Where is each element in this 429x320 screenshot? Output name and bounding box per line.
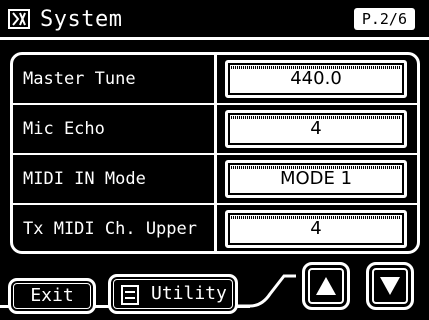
- page-indicator: P.2/6: [353, 8, 415, 30]
- master-tune-value-button[interactable]: 440.0: [225, 60, 407, 98]
- arrow-up-icon: [316, 277, 336, 295]
- utility-icon: [121, 285, 139, 305]
- mic-echo-value-button[interactable]: 4: [225, 110, 407, 148]
- scroll-down-button[interactable]: [366, 262, 414, 310]
- setting-row-tx-midi-ch-upper: Tx MIDI Ch. Upper 4: [13, 205, 417, 251]
- setting-label: Mic Echo: [23, 119, 105, 139]
- midi-in-mode-value-button[interactable]: MODE 1: [225, 160, 407, 198]
- exit-button[interactable]: Exit: [8, 278, 96, 314]
- system-icon: [8, 9, 30, 29]
- setting-label: Tx MIDI Ch. Upper: [23, 219, 197, 239]
- setting-row-master-tune: Master Tune 440.0: [13, 55, 417, 103]
- setting-row-midi-in-mode: MIDI IN Mode MODE 1: [13, 155, 417, 203]
- setting-row-mic-echo: Mic Echo 4: [13, 105, 417, 153]
- header-bar: System P.2/6: [0, 0, 429, 40]
- setting-label: Master Tune: [23, 69, 136, 89]
- settings-panel: Master Tune 440.0 Mic Echo 4 MIDI IN Mod…: [10, 52, 420, 254]
- utility-button[interactable]: Utility: [108, 274, 238, 314]
- page-title: System: [40, 7, 123, 32]
- scroll-up-button[interactable]: [302, 262, 350, 310]
- system-screen: System P.2/6 Master Tune 440.0 Mic Echo …: [0, 0, 429, 320]
- tab-curve: [236, 274, 296, 308]
- arrow-down-icon: [380, 277, 400, 295]
- tx-midi-ch-upper-value-button[interactable]: 4: [225, 210, 407, 248]
- utility-button-label: Utility: [151, 283, 227, 304]
- setting-label: MIDI IN Mode: [23, 169, 146, 189]
